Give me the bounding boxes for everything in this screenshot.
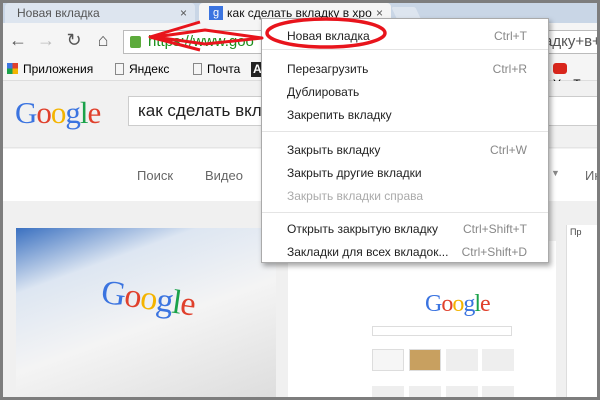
menu-separator bbox=[262, 212, 548, 213]
bookmark-apps[interactable]: Приложения bbox=[7, 62, 93, 77]
thumbnail bbox=[482, 349, 514, 371]
thumbnail bbox=[372, 349, 404, 371]
chrome-screenshot-image[interactable]: Google bbox=[16, 228, 276, 397]
google-chrome-logo: Google bbox=[98, 273, 198, 324]
apps-grid-icon bbox=[7, 63, 18, 74]
menu-item-close-tabs-right: Закрыть вкладки справа bbox=[287, 189, 424, 203]
forward-icon[interactable]: → bbox=[36, 30, 56, 51]
menu-item-pin-tab[interactable]: Закрепить вкладку bbox=[287, 105, 542, 125]
reload-icon[interactable]: ↻ bbox=[64, 30, 84, 51]
page-icon bbox=[193, 63, 202, 75]
tab-title: Новая вкладка bbox=[17, 6, 100, 20]
url-tail: адку+в+ bbox=[544, 33, 597, 50]
bookmark-label: Приложения bbox=[23, 62, 94, 76]
bookmark-yandex[interactable]: Яндекс bbox=[115, 62, 169, 77]
menu-item-new-tab[interactable]: Новая вкладка Ctrl+T bbox=[287, 26, 542, 46]
menu-item-close-tab[interactable]: Закрыть вкладку Ctrl+W bbox=[287, 140, 542, 160]
menu-item-duplicate[interactable]: Дублировать bbox=[287, 82, 542, 102]
url-text: https://www.goo bbox=[148, 33, 254, 50]
youtube-icon bbox=[553, 63, 567, 74]
thumbnail bbox=[482, 386, 514, 397]
menu-separator bbox=[262, 131, 548, 132]
back-icon[interactable]: ← bbox=[8, 30, 28, 51]
thumbnail bbox=[446, 386, 478, 397]
tab-context-menu: Новая вкладка Ctrl+T Перезагрузить Ctrl+R … bbox=[261, 18, 549, 263]
menu-item-bookmark-all-tabs[interactable]: Закладки для всех вкладок... Ctrl+Shift+D bbox=[287, 242, 542, 262]
menu-separator bbox=[262, 49, 548, 50]
mini-search-box bbox=[372, 326, 512, 336]
tab-new-tab[interactable]: Новая вкладка × bbox=[5, 3, 195, 23]
menu-item-reload[interactable]: Перезагрузить Ctrl+R bbox=[287, 59, 542, 79]
google-logo[interactable]: Google bbox=[15, 95, 101, 131]
nav-search[interactable]: Поиск bbox=[137, 168, 173, 183]
thumbnail bbox=[446, 349, 478, 371]
close-icon[interactable]: × bbox=[180, 3, 187, 23]
nav-video[interactable]: Видео bbox=[205, 168, 243, 183]
page-icon bbox=[115, 63, 124, 75]
browser-window: Новая вкладка × g как сделать вкладку в … bbox=[3, 3, 597, 397]
home-icon[interactable]: ⌂ bbox=[93, 30, 113, 51]
menu-item-reopen-closed-tab[interactable]: Открыть закрытую вкладку Ctrl+Shift+T bbox=[287, 219, 542, 239]
thumbnail bbox=[409, 349, 441, 371]
bookmark-mail[interactable]: Почта bbox=[193, 62, 240, 77]
nav-more[interactable]: Ин bbox=[585, 168, 597, 183]
side-preview: Пр bbox=[566, 225, 597, 397]
bookmark-label: Почта bbox=[207, 62, 241, 76]
bookmark-label: Яндекс bbox=[129, 62, 170, 76]
thumbnail bbox=[372, 386, 404, 397]
new-tab-preview-image[interactable]: Google bbox=[288, 241, 556, 397]
thumbnail bbox=[409, 386, 441, 397]
google-logo-small: Google bbox=[425, 291, 491, 317]
lock-icon bbox=[130, 36, 141, 48]
menu-item-close-other-tabs[interactable]: Закрыть другие вкладки bbox=[287, 163, 542, 183]
google-favicon-icon: g bbox=[209, 6, 223, 20]
side-preview-label: Пр bbox=[570, 227, 582, 237]
chevron-down-icon[interactable]: ▼ bbox=[551, 168, 560, 178]
